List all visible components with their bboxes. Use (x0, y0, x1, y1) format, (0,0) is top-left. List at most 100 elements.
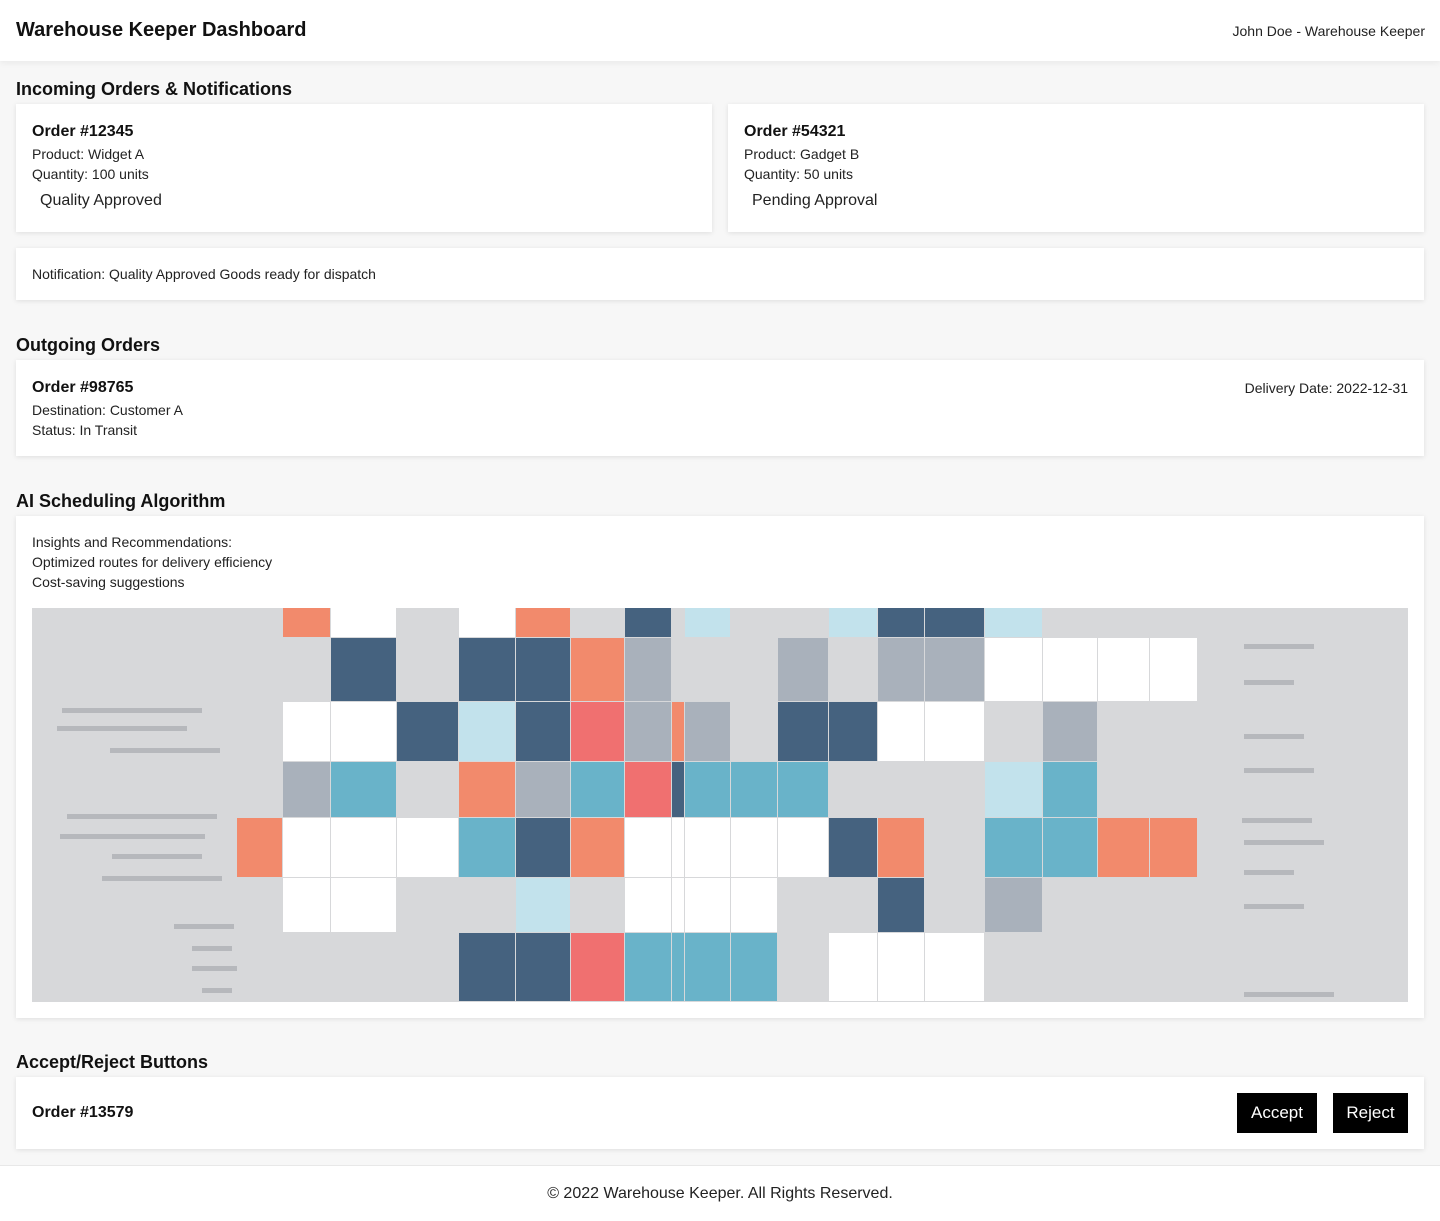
image-tile (985, 638, 1042, 701)
image-text-smudge (60, 834, 205, 839)
image-tile (283, 818, 330, 877)
image-text-smudge (112, 854, 202, 859)
incoming-section-title: Incoming Orders & Notifications (16, 79, 293, 99)
image-tile (1098, 608, 1149, 637)
image-tile (778, 878, 828, 932)
image-tile (331, 702, 396, 761)
image-tile (731, 762, 777, 817)
image-text-smudge (110, 748, 220, 753)
image-tile (397, 878, 458, 932)
image-tile (516, 933, 570, 1001)
image-tile (829, 762, 877, 817)
ai-insights-heading: Insights and Recommendations: (32, 534, 232, 550)
image-tile (925, 933, 984, 1001)
image-text-smudge (1244, 992, 1334, 997)
image-tile (685, 933, 730, 1001)
footer: © 2022 Warehouse Keeper. All Rights Rese… (0, 1165, 1440, 1221)
image-tile (829, 702, 877, 761)
order-destination: Destination: Customer A (32, 402, 183, 418)
image-tile (397, 818, 458, 877)
outgoing-order-card: Order #98765 Destination: Customer A Sta… (16, 360, 1424, 456)
image-text-smudge (1244, 734, 1304, 739)
image-tile (985, 878, 1042, 932)
image-tile (778, 762, 828, 817)
ai-schedule-image (32, 608, 1408, 1002)
image-tile (1043, 933, 1097, 1001)
order-product: Product: Gadget B (744, 146, 860, 162)
image-tile (1043, 762, 1097, 817)
image-tile (459, 638, 515, 701)
image-tile (459, 933, 515, 1001)
image-tile (925, 818, 984, 877)
image-tile (397, 702, 458, 761)
image-tile (571, 933, 624, 1001)
image-tile (331, 762, 396, 817)
order-status: Quality Approved (40, 192, 162, 209)
image-tile (878, 638, 924, 701)
image-tile (925, 702, 984, 761)
image-tile (925, 608, 984, 637)
image-tile (397, 762, 458, 817)
image-text-smudge (57, 726, 187, 731)
top-header: Warehouse Keeper Dashboard John Doe - Wa… (0, 0, 1440, 61)
image-tile (1150, 878, 1197, 932)
image-text-smudge (202, 988, 232, 993)
image-tile (397, 608, 458, 637)
image-tile (397, 933, 458, 1001)
image-tile (1150, 818, 1197, 877)
image-text-smudge (1244, 680, 1294, 685)
image-tile (829, 608, 877, 637)
order-quantity: Quantity: 100 units (32, 166, 149, 182)
image-tile (237, 702, 282, 761)
image-tile (731, 878, 777, 932)
image-tile (1043, 702, 1097, 761)
image-tile (685, 702, 730, 761)
image-tile (625, 638, 671, 701)
image-tile (672, 638, 684, 701)
image-tile (1098, 933, 1149, 1001)
image-tile (283, 762, 330, 817)
image-text-smudge (1244, 904, 1304, 909)
image-tile (331, 818, 396, 877)
image-tile (1150, 762, 1197, 817)
image-tile (459, 878, 515, 932)
image-tile (1098, 818, 1149, 877)
image-tile (459, 762, 515, 817)
image-tile (685, 878, 730, 932)
image-tile (516, 762, 570, 817)
image-tile (283, 878, 330, 932)
image-tile (1150, 933, 1197, 1001)
incoming-order-card: Order #54321 Product: Gadget B Quantity:… (728, 104, 1424, 232)
image-tile (331, 608, 396, 637)
image-tile (571, 608, 624, 637)
image-tile (283, 702, 330, 761)
ai-insight-item: Cost-saving suggestions (32, 574, 185, 590)
image-tile (331, 933, 396, 1001)
image-tile (516, 818, 570, 877)
incoming-order-card: Order #12345 Product: Widget A Quantity:… (16, 104, 712, 232)
image-tile (778, 638, 828, 701)
image-tile (672, 878, 684, 932)
accept-button[interactable]: Accept (1237, 1093, 1317, 1133)
image-tile (625, 818, 671, 877)
action-order-card: Order #13579 Accept Reject (16, 1077, 1424, 1149)
image-text-smudge (174, 924, 234, 929)
image-tile (283, 638, 330, 701)
image-tile (672, 933, 684, 1001)
image-tile (685, 608, 730, 637)
page-title: Warehouse Keeper Dashboard (16, 19, 307, 41)
image-tile (925, 878, 984, 932)
image-tile (516, 638, 570, 701)
image-tile (1150, 608, 1197, 637)
image-tile (459, 608, 515, 637)
image-tile (672, 762, 684, 817)
image-text-smudge (192, 966, 237, 971)
reject-button[interactable]: Reject (1333, 1093, 1408, 1133)
ai-insight-item: Optimized routes for delivery efficiency (32, 554, 273, 570)
ai-card: Insights and Recommendations: Optimized … (16, 516, 1424, 1018)
image-tile (459, 702, 515, 761)
image-tile (237, 762, 282, 817)
image-tile (731, 702, 777, 761)
image-tile (1043, 878, 1097, 932)
order-title: Order #98765 (32, 379, 134, 396)
